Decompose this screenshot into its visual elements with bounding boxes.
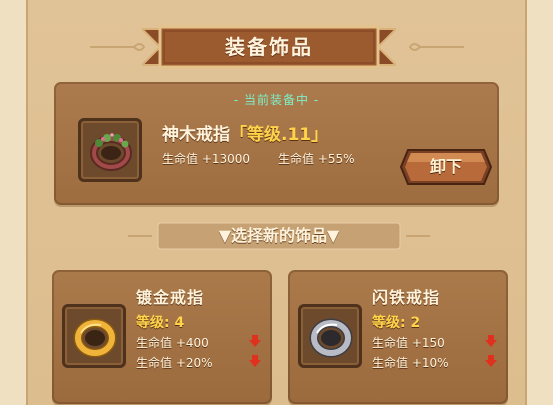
title-decoration-right [408, 43, 464, 51]
option-name: 闪铁戒指 [372, 288, 441, 307]
option-item-slot [298, 304, 362, 368]
option-stat-hp-flat: 生命值 +150 [372, 336, 445, 350]
title-banner: 装备饰品 [142, 25, 396, 69]
choose-new-label: ▼选择新的饰品▼ [218, 226, 340, 245]
unequip-button-label: 卸下 [429, 157, 462, 176]
option-stat-hp-flat: 生命值 +400 [136, 336, 209, 350]
stat-decrease-arrow-icon [485, 355, 497, 367]
option-stat-hp-percent: 生命值 +10% [372, 356, 449, 370]
window-title: 装备饰品 [225, 35, 313, 59]
choose-new-header: ▼选择新的饰品▼ [128, 222, 430, 250]
option-item-slot [62, 304, 126, 368]
stat-decrease-arrow-icon [485, 335, 497, 347]
current-item-name: 神木戒指「等级.11」 [162, 120, 328, 145]
current-item-slot[interactable] [78, 118, 142, 182]
option-card-iron-ring[interactable]: 闪铁戒指 等级: 2 生命值 +150 生命值 +10% [288, 270, 508, 404]
stat-decrease-arrow-icon [249, 335, 261, 347]
currently-equipped-label: - 当前装备中 - [233, 93, 320, 107]
gold-ring-icon [73, 318, 117, 358]
iron-ring-icon [309, 318, 353, 358]
option-level: 等级: 2 [372, 315, 421, 331]
option-name: 镀金戒指 [136, 288, 205, 307]
stat-decrease-arrow-icon [249, 355, 261, 367]
current-stat-hp-flat: 生命值 +13000 [162, 152, 251, 166]
option-stat-hp-percent: 生命值 +20% [136, 356, 213, 370]
current-item-name-text: 神木戒指 [162, 125, 230, 145]
current-equipped-panel: - 当前装备中 - 神木戒指「等级.11」 生命值 +13000 生命值 +55… [54, 82, 499, 205]
option-card-gold-ring[interactable]: 镀金戒指 等级: 4 生命值 +400 生命值 +20% [52, 270, 272, 404]
option-level: 等级: 4 [136, 315, 185, 331]
unequip-button[interactable]: 卸下 [400, 148, 492, 186]
wooden-vine-ring-icon [90, 133, 132, 171]
title-decoration-left [90, 43, 146, 51]
current-item-level: 「等级.11」 [230, 125, 329, 145]
equipment-window: 装备饰品 - 当前装备中 - 神木戒指「等级.11」 生命值 +13000 生命… [0, 0, 553, 405]
current-stat-hp-percent: 生命值 +55% [278, 152, 355, 166]
